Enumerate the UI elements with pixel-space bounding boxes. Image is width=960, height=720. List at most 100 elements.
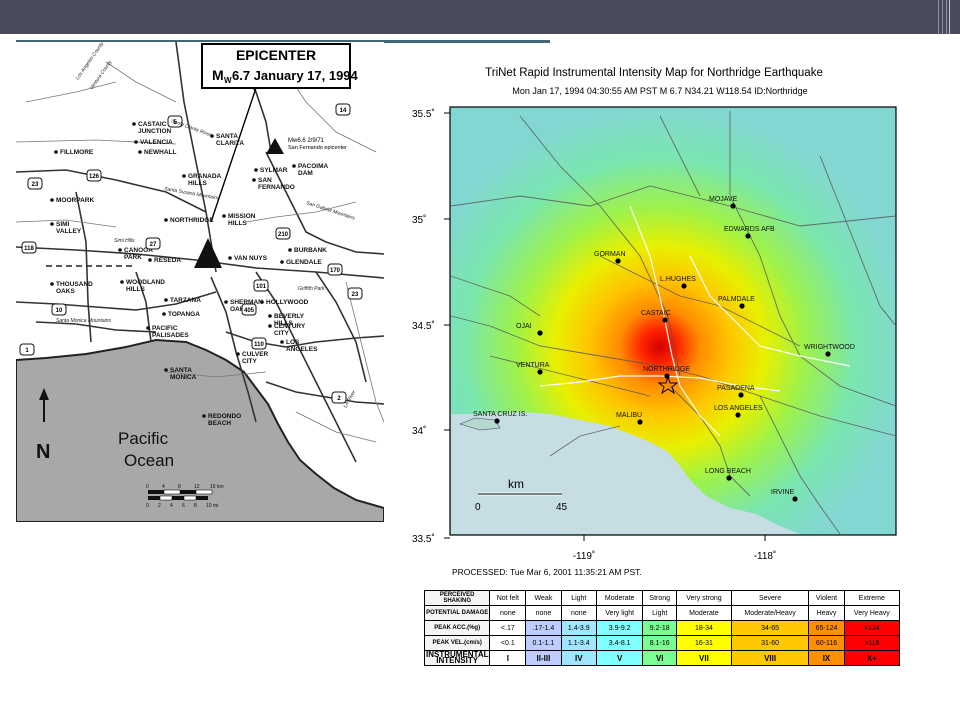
place-redondo-beach: BEACH <box>208 420 231 427</box>
place-pacific-palisades: PALISADES <box>152 332 189 339</box>
intensity-map-title: TriNet Rapid Instrumental Intensity Map … <box>485 67 823 79</box>
lat-tick-label: 34˚ <box>412 425 426 437</box>
city-dot-los-angeles <box>735 412 741 418</box>
city-label-northridge: NORTHRIDGE <box>643 366 690 373</box>
place-granada-hills: HILLS <box>188 180 207 187</box>
magnitude-m: M <box>212 67 224 83</box>
place-dot <box>50 282 54 286</box>
city-label-malibu: MALIBU <box>616 412 642 419</box>
legend-row-label: PEAK VEL.(cm/s) <box>423 635 491 651</box>
epicenter-title: EPICENTER <box>236 47 316 63</box>
place-valencia: VALENCIA <box>140 139 173 146</box>
legend-cell: IX <box>808 650 845 666</box>
place-dot <box>292 164 296 168</box>
legend-cell: none <box>489 605 527 621</box>
legend-cell: <.17 <box>489 620 527 636</box>
place-simi-valley: VALLEY <box>56 228 82 235</box>
city-label-los-angeles: LOS ANGELES <box>714 405 763 412</box>
place-dot <box>280 340 284 344</box>
place-los-angeles: LOS <box>286 339 300 346</box>
svg-text:Simi Hills: Simi Hills <box>114 238 135 244</box>
city-dot-edwards-afb <box>745 233 751 239</box>
place-van-nuys: VAN NUYS <box>234 255 268 262</box>
magnitude-sub: W <box>224 76 232 85</box>
city-dot-l-hughes <box>681 283 687 289</box>
place-newhall: NEWHALL <box>144 149 177 156</box>
place-sylmar: SYLMAR <box>260 167 288 174</box>
legend-row-peak-acc-g: PEAK ACC.(%g) <.17.17-1.4 1.4-3.9 3.9-9.2 9.… <box>423 620 901 636</box>
place-dot <box>182 174 186 178</box>
legend-row-label: POTENTIAL DAMAGE <box>423 605 491 621</box>
scale-mi-tick: 10 mi <box>206 503 218 509</box>
route-label: 23 <box>352 292 359 298</box>
place-dot <box>148 258 152 262</box>
place-san-fernando: FERNANDO <box>258 184 295 191</box>
legend-cell: 3.4-8.1 <box>595 635 644 651</box>
route-label: 10 <box>56 308 63 314</box>
place-glendale: GLENDALE <box>286 259 322 266</box>
place-woodland-hills: WOODLAND <box>126 279 165 286</box>
city-label-l-hughes: L.HUGHES <box>660 276 696 283</box>
legend-cell: X+ <box>843 650 901 666</box>
city-dot-wrightwood <box>825 351 831 357</box>
svg-text:Santa Monica Mountains: Santa Monica Mountains <box>56 318 112 324</box>
svg-text:45: 45 <box>556 502 568 513</box>
place-dot <box>164 298 168 302</box>
legend-cell: 0.1-1.1 <box>525 635 562 651</box>
place-santa-clarita: CLARITA <box>216 140 244 147</box>
scale-mi-tick: 4 <box>170 503 173 509</box>
legend-cell: Very strong <box>676 590 732 606</box>
legend-row-label: PEAK ACC.(%g) <box>423 620 491 636</box>
legend-cell: VII <box>676 650 732 666</box>
route-label: 126 <box>89 174 100 180</box>
place-woodland-hills: HILLS <box>126 286 145 293</box>
place-dot <box>162 312 166 316</box>
legend-cell: Heavy <box>808 605 845 621</box>
city-dot-gorman <box>615 258 621 264</box>
place-dot <box>50 198 54 202</box>
place-pacoima-dam: PACOIMA <box>298 163 329 170</box>
legend-cell: Light <box>560 590 597 606</box>
place-beverly-hills: BEVERLY <box>274 313 305 320</box>
place-hollywood: HOLLYWOOD <box>266 299 309 306</box>
place-dot <box>254 168 258 172</box>
scale-km-tick: 0 <box>146 484 149 490</box>
legend-row-label: PERCEIVED SHAKING <box>423 590 491 606</box>
city-label-wrightwood: WRIGHTWOOD <box>804 344 855 351</box>
route-label: 27 <box>150 242 157 248</box>
legend-cell: 18-34 <box>676 620 732 636</box>
city-dot-ventura <box>537 369 543 375</box>
scale-km-tick: 8 <box>178 484 181 490</box>
city-dot-ojai <box>537 330 543 336</box>
legend-cell: V <box>595 650 644 666</box>
place-moorpark: MOORPARK <box>56 197 94 204</box>
legend-cell: 60-116 <box>808 635 845 651</box>
route-label: 170 <box>330 268 341 274</box>
city-dot-santa-cruz-is <box>494 418 500 424</box>
city-dot-mojave <box>730 203 736 209</box>
place-culver-city: CULVER <box>242 351 269 358</box>
legend-cell: 9.2-18 <box>642 620 678 636</box>
place-santa-monica: MONICA <box>170 374 197 381</box>
svg-text:Mw6.6 2/9/71: Mw6.6 2/9/71 <box>288 138 325 144</box>
place-reseda: RESEDA <box>154 257 181 264</box>
route-label: 110 <box>254 342 264 348</box>
legend-row-instrumental-intensity: INSTRUMENTAL INTENSITY I II-III IV V VI VII VII… <box>423 650 901 666</box>
lon-tick-label: -118˚ <box>754 550 777 562</box>
place-dot <box>50 222 54 226</box>
route-label: 405 <box>244 308 255 314</box>
city-label-ojai: OJAI <box>516 323 532 330</box>
city-label-palmdale: PALMDALE <box>718 296 755 303</box>
place-los-angeles: ANGELES <box>286 346 318 353</box>
place-santa-monica: SANTA <box>170 367 192 374</box>
legend-cell: 1.1-3.4 <box>560 635 597 651</box>
legend-cell: Very Heavy <box>843 605 901 621</box>
svg-text:0: 0 <box>475 502 481 513</box>
place-burbank: BURBANK <box>294 247 327 254</box>
lat-tick-label: 35˚ <box>412 214 426 226</box>
place-dot <box>252 178 256 182</box>
scale-km-tick: 4 <box>162 484 165 490</box>
lat-tick-label: 35.5˚ <box>412 108 435 120</box>
scale-mi-tick: 2 <box>158 503 161 509</box>
legend-cell: II-III <box>525 650 562 666</box>
